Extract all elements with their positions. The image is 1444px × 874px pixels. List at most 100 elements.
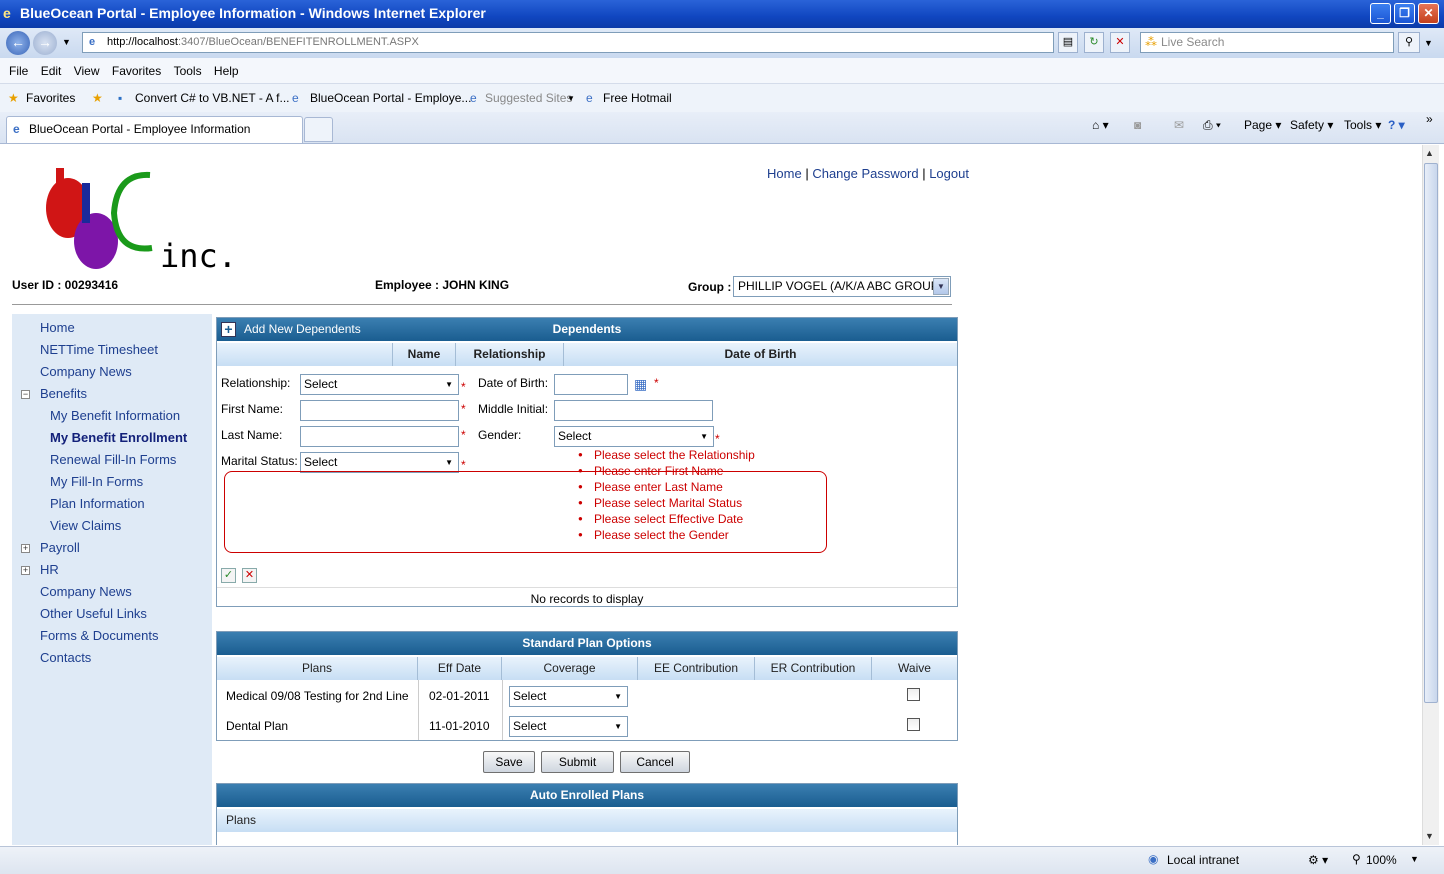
home-link[interactable]: Home [767, 166, 802, 181]
eff-date: 11-01-2010 [429, 719, 490, 733]
home-icon[interactable]: ⌂ ▾ [1092, 118, 1109, 132]
vertical-scrollbar[interactable]: ▲ ▼ [1422, 145, 1439, 845]
first-name-input[interactable] [300, 400, 459, 421]
sidebar-item-home[interactable]: Home [40, 320, 75, 335]
zoom-dropdown-icon[interactable]: ▼ [1410, 854, 1419, 864]
sidebar-item-nettime[interactable]: NETTime Timesheet [40, 342, 158, 357]
waive-checkbox[interactable] [907, 718, 920, 731]
page-menu-label: Page [1244, 118, 1273, 132]
expand-icon[interactable]: + [21, 544, 30, 553]
forward-button[interactable]: → [33, 31, 57, 55]
scroll-thumb[interactable] [1424, 163, 1438, 703]
more-commands-icon[interactable]: » [1426, 112, 1433, 126]
protected-mode-icon[interactable]: ⚙ ▾ [1308, 853, 1328, 867]
maximize-button[interactable]: ❐ [1394, 3, 1415, 24]
expand-icon[interactable]: + [21, 566, 30, 575]
tools-menu[interactable]: Tools ▾ [1344, 118, 1381, 132]
save-button[interactable]: Save [483, 751, 535, 773]
history-dropdown-icon[interactable]: ▼ [62, 37, 71, 47]
fav-link-blueocean[interactable]: BlueOcean Portal - Employe... [310, 91, 471, 105]
sidebar-item-my-fill-in-forms[interactable]: My Fill-In Forms [50, 474, 143, 489]
cancel-x-icon[interactable]: ✕ [242, 568, 257, 583]
coverage-value: Select [513, 689, 547, 703]
sidebar-item-company-news-2[interactable]: Company News [40, 584, 132, 599]
url-input[interactable]: e http://localhost:3407/BlueOcean/BENEFI… [82, 32, 1054, 53]
sidebar-item-useful-links[interactable]: Other Useful Links [40, 606, 147, 621]
change-password-link[interactable]: Change Password [812, 166, 918, 181]
sidebar-item-company-news[interactable]: Company News [40, 364, 132, 379]
suggested-dropdown-icon[interactable]: ▼ [567, 94, 575, 103]
last-name-input[interactable] [300, 426, 459, 447]
group-select[interactable]: PHILLIP VOGEL (A/K/A ABC GROUP) ▼ [733, 276, 951, 297]
add-icon[interactable]: + [221, 322, 236, 337]
menu-view[interactable]: View [74, 64, 100, 78]
add-dependents-link[interactable]: Add New Dependents [244, 318, 361, 341]
menu-file[interactable]: File [9, 64, 28, 78]
marital-status-select[interactable]: Select ▼ [300, 452, 459, 473]
logout-link[interactable]: Logout [929, 166, 969, 181]
zone-label: Local intranet [1167, 853, 1240, 867]
coverage-select[interactable]: Select ▼ [509, 716, 628, 737]
menu-favorites[interactable]: Favorites [112, 64, 161, 78]
fav-link-convert[interactable]: Convert C# to VB.NET - A f... [135, 91, 290, 105]
ie-logo-icon: e [3, 5, 11, 21]
sidebar-item-hr[interactable]: HR [40, 562, 59, 577]
column-header-name[interactable]: Name [393, 343, 456, 366]
tab-current[interactable]: e BlueOcean Portal - Employee Informatio… [6, 116, 303, 143]
favorites-button[interactable]: Favorites [26, 91, 75, 105]
mail-icon[interactable]: ✉ [1174, 118, 1184, 132]
sidebar-item-my-benefit-info[interactable]: My Benefit Information [50, 408, 180, 423]
sidebar-item-renewal-forms[interactable]: Renewal Fill-In Forms [50, 452, 176, 467]
safety-menu[interactable]: Safety ▾ [1290, 118, 1333, 132]
chevron-down-icon: ▼ [445, 458, 453, 467]
menu-edit[interactable]: Edit [41, 64, 62, 78]
page-menu[interactable]: Page ▾ [1244, 118, 1281, 132]
zoom-level[interactable]: 100% [1366, 853, 1397, 867]
sidebar-item-benefits[interactable]: Benefits [40, 386, 87, 401]
middle-initial-input[interactable] [554, 400, 713, 421]
sidebar-item-payroll[interactable]: Payroll [40, 540, 80, 555]
fav-link-hotmail[interactable]: Free Hotmail [603, 91, 672, 105]
add-favorite-icon[interactable]: ★ [92, 91, 103, 105]
column-header-er-contribution: ER Contribution [755, 657, 872, 680]
scroll-up-icon[interactable]: ▲ [1425, 148, 1434, 158]
gender-select[interactable]: Select ▼ [554, 426, 714, 447]
feeds-icon[interactable]: ◙ [1134, 118, 1141, 132]
coverage-select[interactable]: Select ▼ [509, 686, 628, 707]
help-icon[interactable]: ? ▾ [1388, 118, 1405, 132]
column-header-dob[interactable]: Date of Birth [564, 343, 957, 366]
print-icon[interactable]: ⎙ ▾ [1203, 118, 1221, 133]
scroll-down-icon[interactable]: ▼ [1425, 831, 1434, 841]
search-input[interactable]: ⁂ Live Search [1140, 32, 1394, 53]
fav-link-suggested[interactable]: Suggested Sites [485, 91, 572, 105]
search-go-icon[interactable]: ⚲ [1398, 32, 1420, 53]
compatibility-view-icon[interactable]: ▤ [1058, 32, 1078, 53]
waive-checkbox[interactable] [907, 688, 920, 701]
sidebar-item-plan-information[interactable]: Plan Information [50, 496, 145, 511]
sidebar-item-contacts[interactable]: Contacts [40, 650, 91, 665]
stop-icon[interactable]: ✕ [1110, 32, 1130, 53]
calendar-icon[interactable]: ▦ [634, 376, 647, 393]
close-window-button[interactable]: ✕ [1418, 3, 1439, 24]
relationship-select[interactable]: Select ▼ [300, 374, 459, 395]
zoom-icon: ⚲ [1352, 852, 1361, 866]
back-button[interactable]: ← [6, 31, 30, 55]
dob-input[interactable] [554, 374, 628, 395]
error-item: Please select the Gender [578, 527, 755, 543]
sidebar-item-forms-documents[interactable]: Forms & Documents [40, 628, 158, 643]
column-header-relationship[interactable]: Relationship [456, 343, 564, 366]
refresh-icon[interactable]: ↻ [1084, 32, 1104, 53]
tab-page-icon: e [13, 122, 20, 136]
cancel-button[interactable]: Cancel [620, 751, 690, 773]
menu-help[interactable]: Help [214, 64, 239, 78]
minimize-button[interactable]: _ [1370, 3, 1391, 24]
check-icon[interactable]: ✓ [221, 568, 236, 583]
new-tab-button[interactable] [304, 117, 333, 142]
menu-tools[interactable]: Tools [174, 64, 202, 78]
search-options-icon[interactable]: ▼ [1424, 38, 1433, 48]
collapse-icon[interactable]: − [21, 390, 30, 399]
page-content: inc. Home | Change Password | Logout Use… [0, 145, 1422, 845]
sidebar-item-my-benefit-enrollment[interactable]: My Benefit Enrollment [50, 430, 187, 445]
submit-button[interactable]: Submit [541, 751, 614, 773]
sidebar-item-view-claims[interactable]: View Claims [50, 518, 121, 533]
